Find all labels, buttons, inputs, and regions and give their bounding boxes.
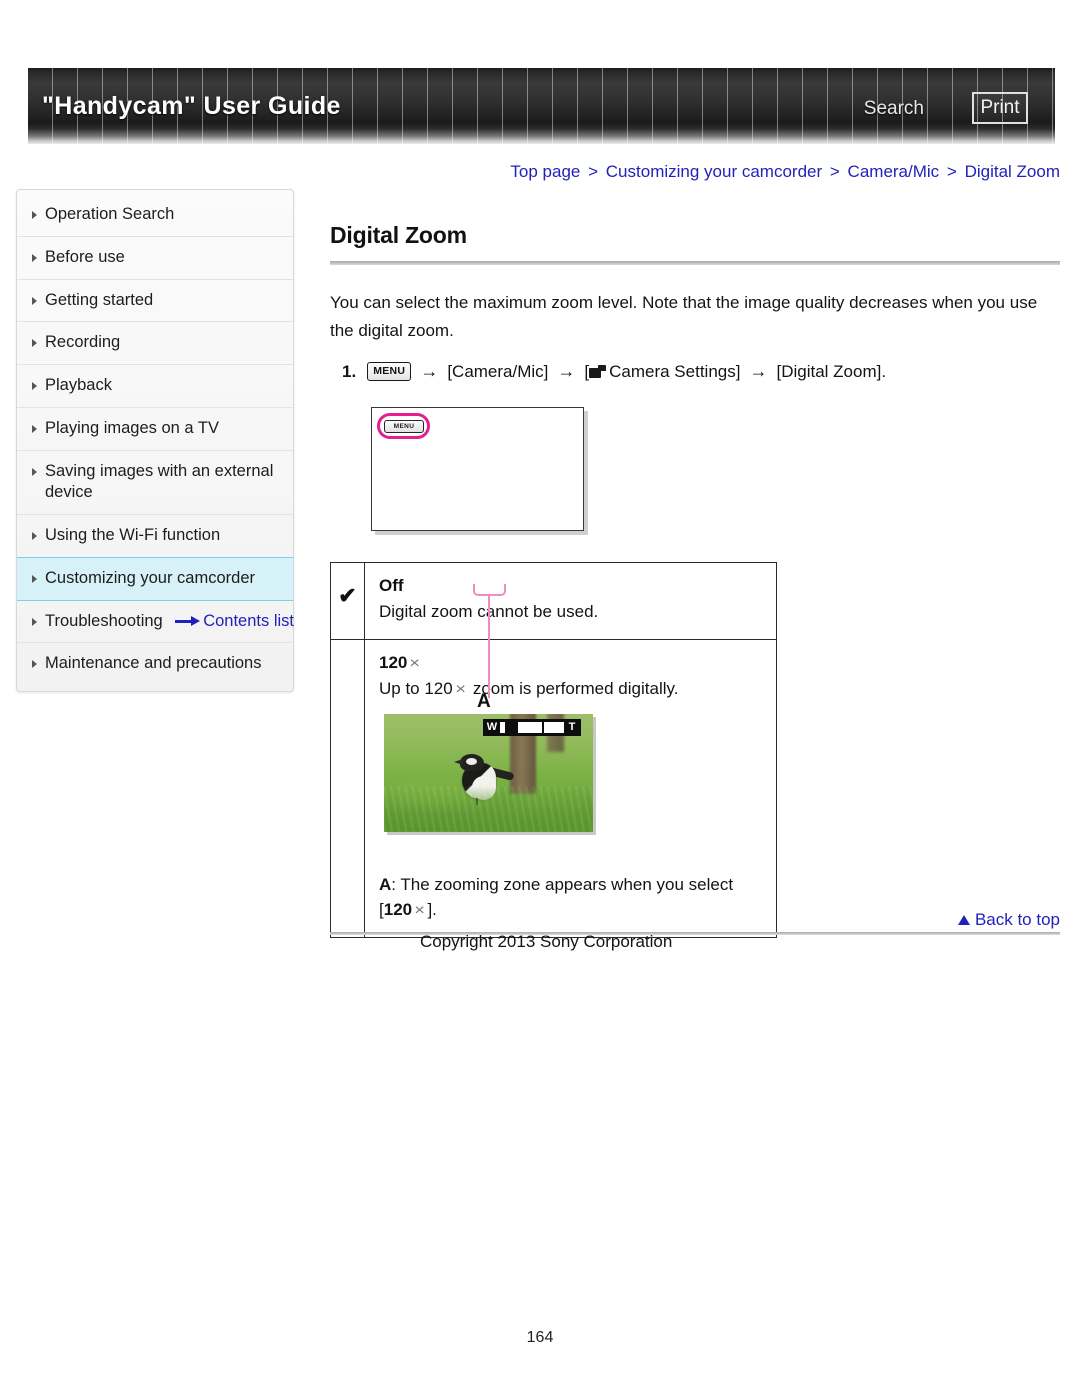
sidebar-item-customizing-your-camcorder[interactable]: Customizing your camcorder [17, 556, 293, 601]
zoom-track [500, 721, 564, 733]
sidebar-item-label: Customizing your camcorder [45, 568, 255, 587]
option-name-value: 120 [379, 652, 408, 672]
search-link[interactable]: Search [864, 98, 924, 120]
contents-list-link[interactable]: Contents list [16, 612, 294, 631]
sidebar-item-label: Playing images on a TV [45, 418, 219, 437]
menu-button-icon: MENU [367, 361, 412, 382]
caption-letter: A [379, 874, 392, 894]
sidebar-item-maintenance-and-precautions[interactable]: Maintenance and precautions [17, 643, 293, 685]
sidebar-item-label: Playback [45, 376, 112, 395]
page-title: Digital Zoom [330, 222, 467, 248]
bird-beak [454, 758, 463, 765]
option-name-120x: 120 × [379, 653, 762, 673]
bird-cheek [466, 757, 477, 765]
table-row: 120 × Up to 120 × zoom is performed digita… [331, 584, 776, 938]
breadcrumb-item-customizing-your-camcorder[interactable]: Customizing your camcorder [606, 162, 822, 181]
breadcrumb-separator: > [588, 162, 599, 181]
arrow-right-icon: → [749, 361, 768, 382]
chevron-right-icon [32, 467, 37, 476]
sidebar-item-label: Recording [45, 333, 121, 352]
table-cell-body: 120 × Up to 120 × zoom is performed digita… [365, 584, 776, 938]
chevron-right-icon [32, 211, 37, 219]
chevron-right-icon [32, 424, 37, 433]
zoom-tele-label: T [568, 720, 576, 733]
breadcrumb-item-camera-mic[interactable]: Camera/Mic [848, 162, 940, 181]
step-part-camera-mic: [Camera/Mic] [447, 361, 549, 381]
camera-settings-icon [589, 365, 607, 379]
step-item-1: 1. MENU → [Camera/Mic] → [ Camera Settin… [330, 358, 1060, 385]
sidebar-item-label: Maintenance and precautions [45, 654, 262, 673]
step-list: 1. MENU → [Camera/Mic] → [ Camera Settin… [330, 358, 1060, 385]
option-name-off: Off [379, 576, 404, 595]
zoom-level-indicator: W T [483, 718, 581, 736]
copyright-text: Copyright 2013 Sony Corporation [420, 932, 673, 951]
intro-paragraph: You can select the maximum zoom level. N… [330, 293, 1038, 340]
chevron-right-icon [32, 253, 37, 262]
main-content: Digital Zoom You can select the maximum … [330, 222, 1060, 532]
sidebar-item-using-the-wi-fi-function[interactable]: Using the Wi-Fi function [17, 515, 293, 558]
sidebar-item-operation-search[interactable]: Operation Search [17, 194, 293, 237]
bird-sample-photo: W T [384, 713, 593, 832]
breadcrumb-item-digital-zoom[interactable]: Digital Zoom [965, 162, 1060, 181]
multiply-icon: × [409, 654, 421, 672]
arrow-right-icon: → [420, 361, 439, 382]
zoom-digital-boundary-tick [542, 721, 544, 733]
chevron-right-icon [32, 574, 37, 583]
table-cell-checkmark: ✔ [331, 563, 365, 639]
option-description-120x: Up to 120 × zoom is performed digitally. [379, 676, 762, 702]
multiply-icon: × [455, 680, 466, 698]
app-header: "Handycam" User Guide Search Print [28, 68, 1055, 144]
sidebar-item-playback[interactable]: Playback [17, 365, 293, 408]
callout-leader-line [488, 594, 491, 698]
chevron-right-icon [32, 532, 37, 541]
sidebar-item-label: Saving images with an external device [45, 461, 274, 502]
zoom-fill [505, 721, 518, 733]
checkmark-icon: ✔ [338, 583, 357, 608]
table-cell-body: Off Digital zoom cannot be used. [365, 563, 776, 639]
page-number: 164 [526, 1329, 554, 1346]
lcd-screen-illustration: MENU [371, 407, 584, 532]
menu-highlight-callout [377, 413, 430, 440]
sidebar-item-label: Getting started [45, 290, 154, 309]
sidebar-item-getting-started[interactable]: Getting started [17, 280, 293, 323]
triangle-up-icon [957, 915, 970, 925]
sidebar-item-saving-images-with-an-external-device[interactable]: Saving images with an external device [17, 451, 293, 516]
table-row: ✔ Off Digital zoom cannot be used. [331, 563, 776, 640]
back-to-top-link[interactable]: Back to top [330, 910, 1060, 930]
grass-foreground [384, 785, 593, 832]
contents-list-label: Contents list [203, 612, 294, 630]
breadcrumb-separator: > [829, 162, 840, 181]
step-part-digital-zoom: [Digital Zoom]. [776, 361, 887, 381]
print-button[interactable]: Print [972, 92, 1028, 124]
chevron-right-icon [32, 296, 37, 305]
sidebar-item-label: Using the Wi-Fi function [45, 526, 221, 545]
option-description-off: Digital zoom cannot be used. [379, 602, 599, 621]
arrow-right-icon: → [557, 361, 576, 382]
zoom-wide-label: W [486, 720, 498, 733]
sidebar-item-recording[interactable]: Recording [17, 322, 293, 366]
back-to-top-label: Back to top [974, 910, 1060, 929]
page-title-header: "Handycam" User Guide [42, 92, 341, 120]
chevron-right-icon [32, 339, 37, 348]
option-desc-post: zoom is performed digitally. [472, 678, 679, 698]
chevron-right-icon [32, 382, 37, 391]
breadcrumb-item-top-page[interactable]: Top page [510, 162, 580, 181]
breadcrumb: Top page > Customizing your camcorder > … [330, 162, 1060, 182]
step-number: 1. [342, 361, 357, 381]
options-table: ✔ Off Digital zoom cannot be used. 120 × … [330, 562, 777, 938]
table-cell-checkmark [331, 639, 365, 937]
callout-label-a: A [477, 691, 491, 712]
option-desc-pre: Up to 120 [379, 678, 453, 698]
sidebar-item-playing-images-on-a-tv[interactable]: Playing images on a TV [17, 408, 293, 451]
arrow-right-icon [175, 616, 201, 627]
sidebar-item-label: Before use [45, 247, 125, 266]
sidebar-item-label: Operation Search [45, 205, 175, 223]
step-part-camera-settings: Camera Settings] [609, 361, 741, 381]
chevron-right-icon [32, 660, 37, 669]
sidebar-item-before-use[interactable]: Before use [17, 237, 293, 280]
breadcrumb-separator: > [946, 162, 957, 181]
title-divider [330, 261, 1060, 265]
